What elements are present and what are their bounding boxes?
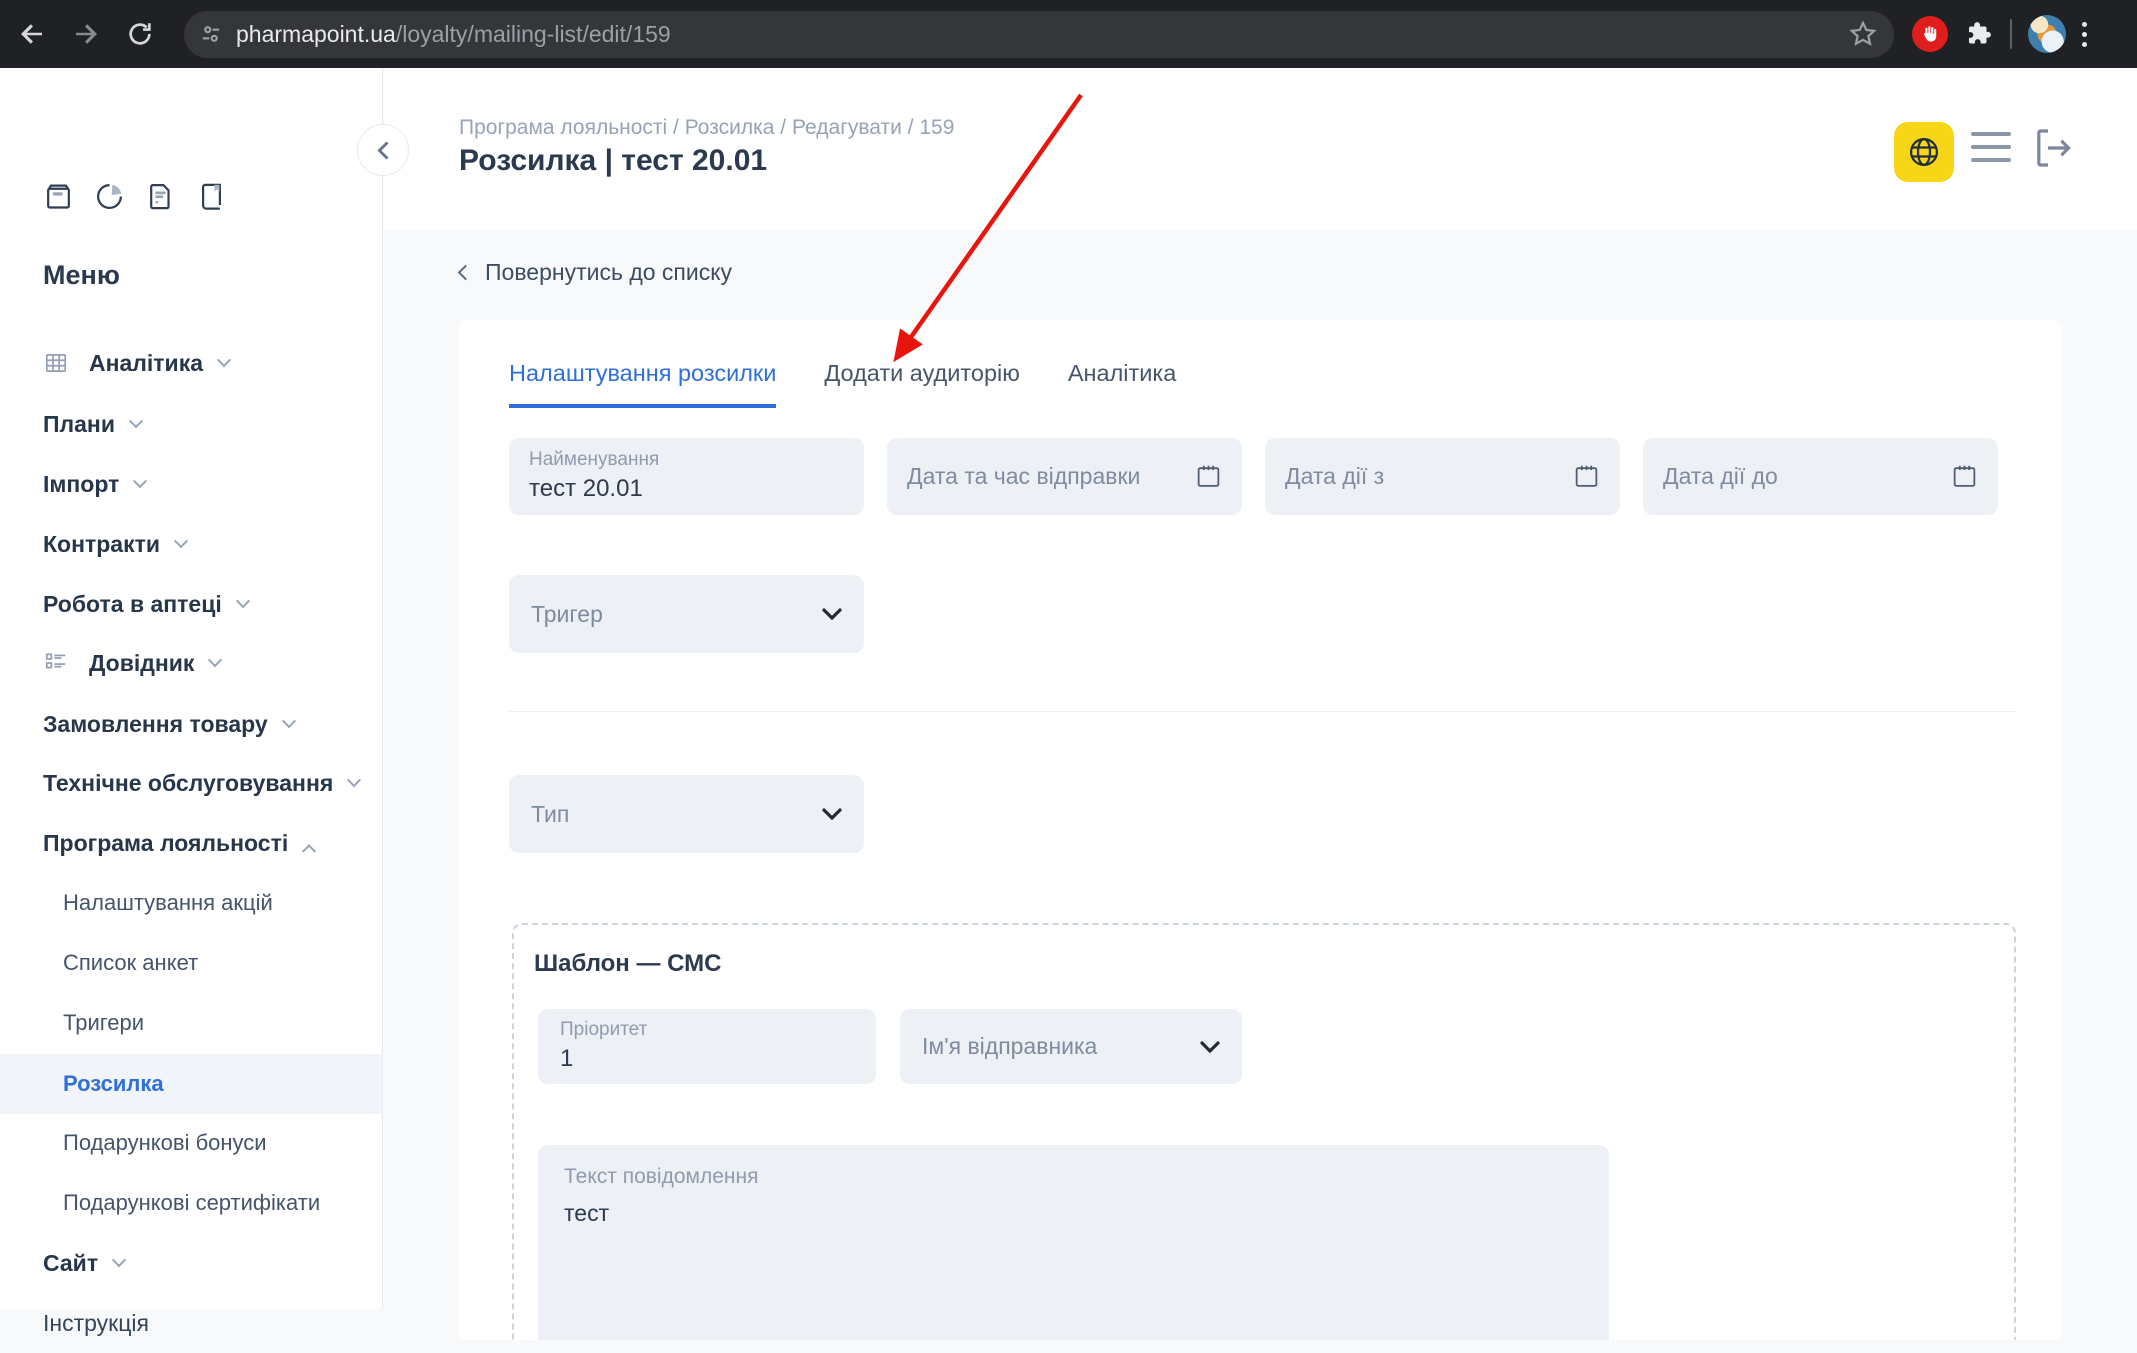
browser-toolbar: pharmapoint.ua/loyalty/mailing-list/edit… [0,0,2137,68]
sidebar-item-product-orders[interactable]: Замовлення товару [0,694,382,754]
browser-forward-button[interactable] [64,12,108,56]
pie-chart-icon[interactable] [94,181,125,212]
chevron-left-icon [458,265,474,281]
reload-icon [126,20,154,48]
chevron-down-icon [133,474,147,488]
extensions-icon[interactable] [1964,19,1994,49]
sms-template-heading: Шаблон — СМС [534,950,721,978]
tab-add-audience[interactable]: Додати аудиторію [824,360,1020,408]
archive-box-icon[interactable] [43,181,74,212]
chevron-left-icon [377,141,395,159]
site-info-icon[interactable] [198,21,224,47]
sidebar-item-loyalty-program[interactable]: Програма лояльності [0,813,382,873]
sidebar-item-survey-list[interactable]: Список анкет [0,933,382,993]
name-field-value: тест 20.01 [529,475,844,503]
priority-field-value: 1 [560,1045,854,1073]
hand-stop-icon [1919,23,1941,45]
sidebar-item-instruction[interactable]: Інструкція [0,1293,382,1353]
sidebar-item-mailing[interactable]: Розсилка [0,1054,382,1114]
calendar-icon [1951,463,1978,490]
mailing-edit-card: Налаштування розсилки Додати аудиторію А… [458,320,2063,1340]
browser-reload-button[interactable] [118,12,162,56]
browser-back-button[interactable] [10,12,54,56]
sidebar-item-analytics[interactable]: Аналітика [0,333,382,393]
section-divider [509,711,2016,712]
chevron-down-icon [129,414,143,428]
sidebar-item-triggers[interactable]: Тригери [0,993,382,1053]
message-text-field[interactable]: Текст повідомлення тест [538,1145,1609,1340]
list-icon [43,650,69,676]
chevron-down-icon [112,1253,126,1267]
book-icon[interactable] [196,181,227,212]
send-datetime-field[interactable]: Дата та час відправки [887,438,1242,515]
priority-field[interactable]: Пріоритет 1 [538,1009,876,1084]
sidebar-item-pharmacy-work[interactable]: Робота в аптеці [0,574,382,634]
language-button[interactable] [1894,122,1954,182]
chevron-up-icon [302,844,316,858]
chevron-down-icon [236,594,250,608]
priority-field-label: Пріоритет [560,1019,854,1041]
chevron-down-icon [282,714,296,728]
sidebar-item-gift-bonuses[interactable]: Подарункові бонуси [0,1113,382,1173]
toolbar-separator [2010,19,2012,49]
date-from-field[interactable]: Дата дії з [1265,438,1620,515]
chevron-down-icon [822,808,842,820]
tab-analytics[interactable]: Аналітика [1068,360,1176,408]
breadcrumb: Програма лояльності / Розсилка / Редагув… [459,116,954,140]
sidebar-item-directory[interactable]: Довідник [0,633,382,693]
chevron-down-icon [822,608,842,620]
date-to-field[interactable]: Дата дії до [1643,438,1998,515]
name-field[interactable]: Найменування тест 20.01 [509,438,864,515]
chevron-down-icon [347,773,361,787]
chevron-down-icon [1200,1041,1220,1053]
sidebar-item-promo-settings[interactable]: Налаштування акцій [0,873,382,933]
chevron-down-icon [208,653,222,667]
calendar-icon [1573,463,1600,490]
logout-icon [2029,124,2077,172]
calendar-icon [1195,463,1222,490]
message-text-label: Текст повідомлення [564,1165,1583,1189]
sidebar: Меню Аналітика Плани Імпорт Контракти Ро… [0,68,383,1309]
globe-icon [1906,134,1942,170]
logout-button[interactable] [2029,124,2077,172]
sidebar-item-site[interactable]: Сайт [0,1233,382,1293]
sender-name-select[interactable]: Ім'я відправника [900,1009,1242,1084]
adblock-extension-icon[interactable] [1912,16,1948,52]
back-to-list-link[interactable]: Повернутись до списку [460,259,732,286]
tab-mailing-settings[interactable]: Налаштування розсилки [509,360,776,408]
message-text-value: тест [564,1200,1583,1227]
url-text: pharmapoint.ua/loyalty/mailing-list/edit… [236,21,1848,48]
profile-avatar[interactable] [2028,15,2066,53]
collapse-sidebar-button[interactable] [357,124,409,176]
chevron-down-icon [217,353,231,367]
page-header: Програма лояльності / Розсилка / Редагув… [384,68,2137,230]
table-grid-icon [43,350,69,376]
name-field-label: Найменування [529,449,844,471]
back-icon [17,19,47,49]
forward-icon [71,19,101,49]
tab-bar: Налаштування розсилки Додати аудиторію А… [509,360,1176,408]
chevron-down-icon [174,534,188,548]
file-icon[interactable] [145,181,176,212]
bookmark-star-icon[interactable] [1848,19,1878,49]
page-title: Розсилка | тест 20.01 [459,144,767,178]
hamburger-menu-icon[interactable] [1971,132,2011,162]
browser-menu-icon[interactable] [2082,22,2087,47]
sidebar-item-gift-certificates[interactable]: Подарункові сертифікати [0,1173,382,1233]
type-select[interactable]: Тип [509,775,864,853]
sidebar-item-import[interactable]: Імпорт [0,454,382,514]
sidebar-item-maintenance[interactable]: Технічне обслуговування [0,753,382,813]
sidebar-item-plans[interactable]: Плани [0,394,382,454]
address-bar[interactable]: pharmapoint.ua/loyalty/mailing-list/edit… [184,11,1894,58]
sidebar-menu-title: Меню [43,260,120,291]
trigger-select[interactable]: Тригер [509,575,864,653]
sidebar-item-contracts[interactable]: Контракти [0,514,382,574]
